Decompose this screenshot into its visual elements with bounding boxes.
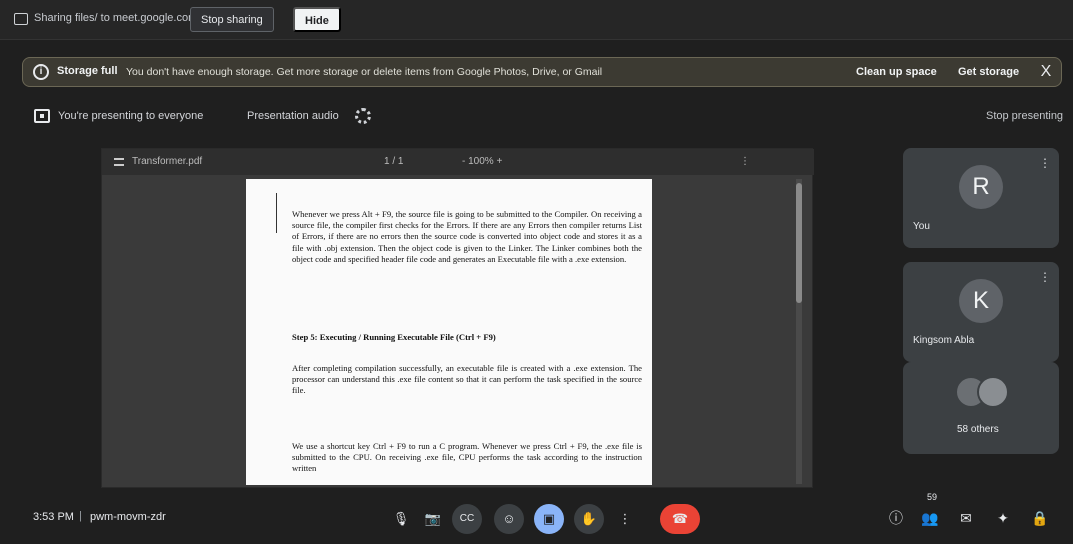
participant-name: Kingsom Abla [913, 335, 975, 346]
participant-tile-you[interactable]: ⋮ R You [903, 148, 1059, 248]
more-options-icon[interactable]: ⋮ [1039, 156, 1051, 170]
participant-count-badge: 59 [927, 492, 938, 502]
meeting-details-icon[interactable]: ⓘ [886, 508, 906, 528]
participant-tile[interactable]: ⋮ K Kingsom Abla [903, 262, 1059, 362]
presentation-audio-label: Presentation audio [247, 110, 339, 122]
document-heading: Step 5: Executing / Running Executable F… [292, 332, 496, 342]
avatar-group [955, 376, 1011, 408]
stop-sharing-button[interactable]: Stop sharing [190, 7, 274, 32]
presentation-stage: Transformer.pdf 1 / 1 - 100% + ⋮ Wheneve… [101, 148, 814, 488]
avatar: R [959, 165, 1003, 209]
viewer-more-icon[interactable]: ⋮ [740, 156, 750, 167]
captions-button[interactable]: CC [452, 504, 482, 534]
document-paragraph: Whenever we press Alt + F9, the source f… [292, 209, 642, 264]
others-count-label: 58 others [957, 424, 999, 435]
viewer-file-name: Transformer.pdf [132, 156, 203, 167]
meeting-controls-bar: 3:53 PM | pwm-movm-zdr 🎙 📷 CC ☺ ▣ ✋ ⋮ ☎ … [0, 492, 1073, 544]
leave-call-button[interactable]: ☎ [660, 504, 700, 534]
audio-settings-icon[interactable] [355, 108, 371, 124]
storage-full-banner: i Storage full You don't have enough sto… [22, 57, 1062, 87]
meeting-code: pwm-movm-zdr [90, 511, 166, 523]
hide-button[interactable]: Hide [293, 7, 341, 32]
present-to-all-icon [34, 109, 50, 123]
more-options-icon[interactable]: ⋮ [1039, 270, 1051, 284]
present-screen-icon[interactable]: ▣ [534, 504, 564, 534]
document-paragraph: We use a shortcut key Ctrl + F9 to run a… [292, 441, 642, 474]
others-tile[interactable]: 58 others [903, 362, 1059, 454]
presenting-status-row: You're presenting to everyone Presentati… [0, 105, 1073, 129]
avatar [977, 376, 1009, 408]
get-storage-link[interactable]: Get storage [958, 66, 1019, 78]
scrollbar-thumb[interactable] [796, 183, 802, 303]
share-status-text: Sharing files/ to meet.google.com [34, 12, 198, 24]
emoji-reactions-icon[interactable]: ☺ [494, 504, 524, 534]
avatar: K [959, 279, 1003, 323]
raise-hand-icon[interactable]: ✋ [574, 504, 604, 534]
document-page: Whenever we press Alt + F9, the source f… [246, 179, 652, 485]
clean-up-space-link[interactable]: Clean up space [856, 66, 937, 78]
people-icon[interactable]: 👥 [920, 508, 940, 528]
participant-name: You [913, 221, 930, 232]
menu-icon[interactable] [114, 158, 124, 166]
viewer-page-indicator: 1 / 1 [384, 156, 404, 167]
meeting-time: 3:53 PM [33, 511, 74, 523]
stop-presenting-button[interactable]: Stop presenting [986, 110, 1063, 122]
more-options-icon[interactable]: ⋮ [610, 504, 640, 534]
camera-icon[interactable]: 📷 [418, 504, 448, 534]
activities-icon[interactable]: ✦ [993, 508, 1013, 528]
margin-line [276, 193, 277, 233]
banner-message: You don't have enough storage. Get more … [126, 66, 603, 78]
info-icon: i [33, 64, 49, 80]
microphone-icon[interactable]: 🎙 [386, 504, 416, 534]
share-bar: Sharing files/ to meet.google.com Stop s… [0, 0, 1073, 40]
presenting-text: You're presenting to everyone [58, 110, 204, 122]
viewer-zoom-control[interactable]: - 100% + [462, 156, 502, 167]
screen-share-icon [14, 13, 28, 25]
close-icon[interactable]: X [1035, 61, 1057, 83]
banner-title: Storage full [57, 65, 118, 77]
chat-icon[interactable]: ✉ [956, 508, 976, 528]
host-controls-lock-icon[interactable]: 🔒 [1030, 508, 1050, 528]
document-paragraph: After completing compilation successfull… [292, 363, 642, 396]
pdf-viewer-toolbar: Transformer.pdf 1 / 1 - 100% + ⋮ [102, 149, 814, 175]
divider: | [79, 510, 82, 522]
